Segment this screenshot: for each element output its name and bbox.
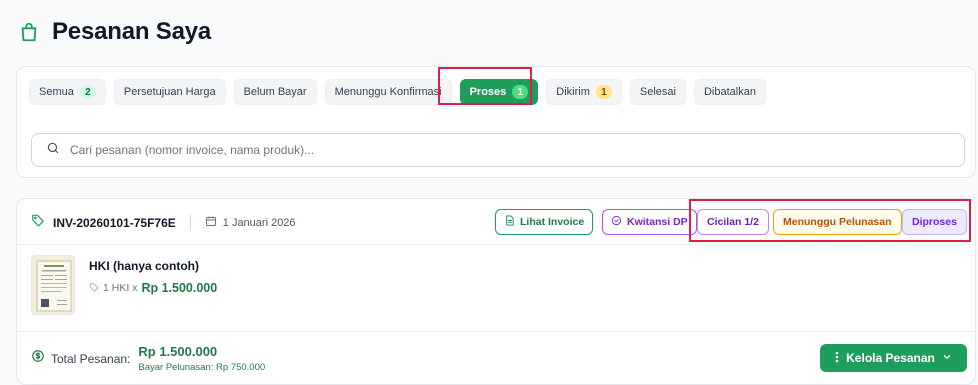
tab-count-badge: 1 xyxy=(595,85,612,99)
tab-count-badge: 2 xyxy=(79,85,96,99)
manage-order-label: Kelola Pesanan xyxy=(846,351,935,365)
tab-persetujuan-harga[interactable]: Persetujuan Harga xyxy=(113,79,226,105)
tab-proses[interactable]: Proses 1 xyxy=(459,79,539,105)
item-price: Rp 1.500.000 xyxy=(141,281,218,295)
order-footer: Total Pesanan: Rp 1.500.000 Bayar Peluna… xyxy=(17,331,975,385)
product-name: HKI (hanya contoh) xyxy=(89,259,199,273)
orders-page: Pesanan Saya Semua 2 Persetujuan Harga B… xyxy=(0,0,978,385)
search-box xyxy=(31,133,965,167)
installment-badge: Cicilan 1/2 xyxy=(697,209,769,235)
filter-card: Semua 2 Persetujuan Harga Belum Bayar Me… xyxy=(16,66,976,178)
tab-dikirim[interactable]: Dikirim 1 xyxy=(546,79,622,105)
dollar-circle-icon xyxy=(31,349,45,368)
total-label: Total Pesanan: xyxy=(51,351,131,366)
calendar-icon xyxy=(205,215,217,230)
tab-menunggu-konfirmasi[interactable]: Menunggu Konfirmasi xyxy=(324,79,452,105)
page-title: Pesanan Saya xyxy=(52,18,212,45)
remaining-payment: Bayar Pelunasan: Rp 750.000 xyxy=(138,362,266,373)
waiting-payment-badge: Menunggu Pelunasan xyxy=(773,209,902,235)
order-card: INV-20260101-75F76E 1 Januari 2026 Lihat… xyxy=(16,198,976,385)
divider xyxy=(189,214,191,231)
search-input[interactable] xyxy=(70,143,964,157)
tab-belum-bayar[interactable]: Belum Bayar xyxy=(233,79,317,105)
tab-label: Selesai xyxy=(639,86,676,98)
order-date: 1 Januari 2026 xyxy=(205,215,296,230)
tab-label: Dikirim xyxy=(556,86,590,98)
search-icon xyxy=(46,141,60,160)
chevron-down-icon xyxy=(942,351,952,365)
invoice-number: INV-20260101-75F76E xyxy=(53,215,176,230)
item-quantity-price: 1 HKI x Rp 1.500.000 xyxy=(89,281,217,295)
product-thumbnail xyxy=(31,255,75,315)
item-info: HKI (hanya contoh) 1 HKI x Rp 1.500.000 xyxy=(89,255,217,315)
document-icon xyxy=(504,215,515,229)
tab-label: Persetujuan Harga xyxy=(123,86,216,98)
tab-count-badge: 1 xyxy=(512,85,529,99)
page-header: Pesanan Saya xyxy=(18,18,211,46)
tab-label: Proses xyxy=(469,86,507,98)
order-item: HKI (hanya contoh) 1 HKI x Rp 1.500.000 xyxy=(31,255,217,315)
shopping-bag-icon xyxy=(18,21,40,43)
order-total: Total Pesanan: Rp 1.500.000 Bayar Peluna… xyxy=(31,344,265,373)
tab-dibatalkan[interactable]: Dibatalkan xyxy=(693,79,766,105)
receipt-dp-label: Kwitansi DP xyxy=(627,216,688,228)
view-invoice-label: Lihat Invoice xyxy=(520,216,585,228)
status-badge: Diproses xyxy=(902,209,967,235)
check-circle-icon xyxy=(611,215,622,229)
item-quantity: 1 HKI x xyxy=(103,282,138,294)
more-vertical-icon xyxy=(835,351,839,366)
tag-icon xyxy=(89,282,99,295)
view-invoice-button[interactable]: Lihat Invoice xyxy=(495,209,594,235)
tab-label: Dibatalkan xyxy=(703,86,756,98)
tab-label: Menunggu Konfirmasi xyxy=(334,86,442,98)
order-date-text: 1 Januari 2026 xyxy=(222,216,296,229)
tab-label: Belum Bayar xyxy=(243,86,307,98)
tab-label: Semua xyxy=(39,86,74,98)
total-values: Rp 1.500.000 Bayar Pelunasan: Rp 750.000 xyxy=(138,344,265,373)
total-amount: Rp 1.500.000 xyxy=(138,344,218,359)
tab-selesai[interactable]: Selesai xyxy=(629,79,686,105)
order-meta: INV-20260101-75F76E 1 Januari 2026 xyxy=(31,213,296,232)
receipt-dp-button[interactable]: Kwitansi DP xyxy=(602,209,697,235)
order-header: INV-20260101-75F76E 1 Januari 2026 Lihat… xyxy=(17,199,975,245)
tab-semua[interactable]: Semua 2 xyxy=(29,79,106,105)
status-tabs: Semua 2 Persetujuan Harga Belum Bayar Me… xyxy=(29,79,766,105)
manage-order-button[interactable]: Kelola Pesanan xyxy=(820,344,967,372)
tag-icon xyxy=(31,213,45,232)
